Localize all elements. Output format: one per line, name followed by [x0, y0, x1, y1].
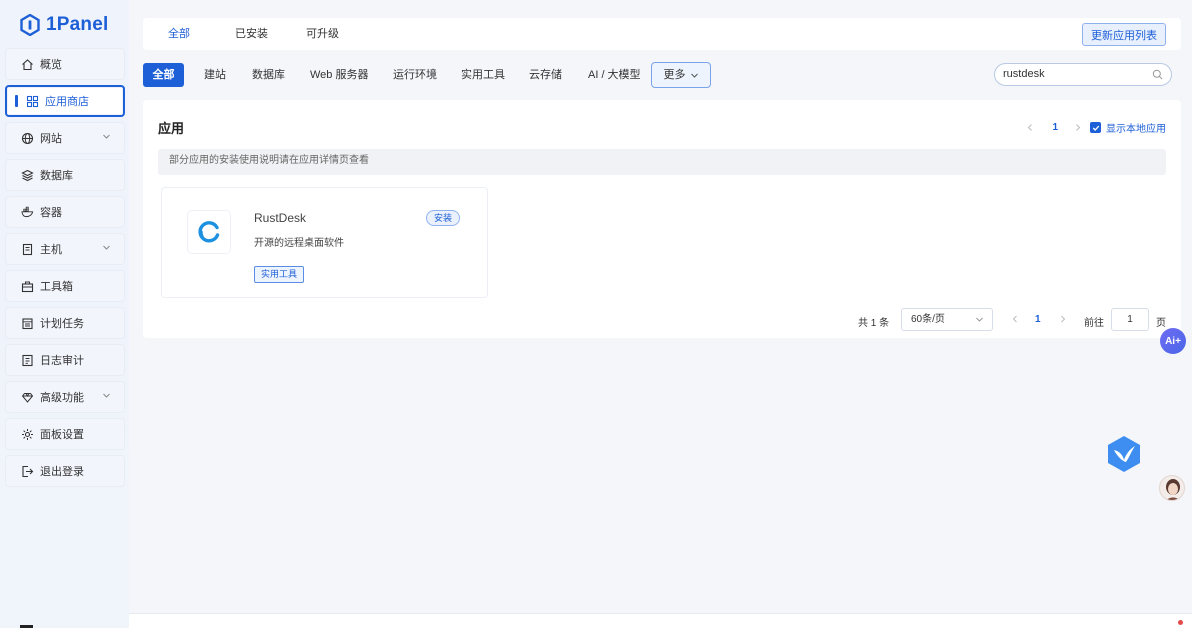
sidebar-item-label: 容器 — [40, 207, 62, 219]
sidebar: 1Panel 概览 应用商店 网站 数据库 容器 主机 工具箱 计划任务 日志审… — [0, 0, 129, 628]
chevron-left-icon[interactable] — [1026, 123, 1034, 132]
sidebar-item-overview[interactable]: 概览 — [5, 48, 125, 80]
log-icon — [21, 354, 34, 367]
sidebar-item-host[interactable]: 主机 — [5, 233, 125, 265]
sidebar-item-label: 主机 — [40, 244, 62, 256]
top-page-number[interactable]: 1 — [1052, 122, 1058, 133]
sidebar-item-website[interactable]: 网站 — [5, 122, 125, 154]
goto-page-input[interactable]: 1 — [1111, 308, 1149, 331]
apps-grid-icon — [26, 95, 39, 108]
1panel-logo-icon — [20, 14, 40, 36]
app-list-panel: 应用 1 显示本地应用 部分应用的安装使用说明请在应用详情页查看 RustDes… — [143, 100, 1181, 338]
page-unit-label: 页 — [1156, 318, 1166, 329]
category-all[interactable]: 全部 — [143, 63, 184, 87]
database-layers-icon — [21, 169, 34, 182]
home-icon — [21, 58, 34, 71]
sidebar-item-container[interactable]: 容器 — [5, 196, 125, 228]
sidebar-item-label: 日志审计 — [40, 355, 84, 367]
show-local-label[interactable]: 显示本地应用 — [1106, 120, 1166, 135]
app-search — [994, 63, 1172, 86]
sidebar-item-label: 概览 — [40, 59, 62, 71]
app-category-tag: 实用工具 — [254, 266, 305, 283]
sidebar-item-logout[interactable]: 退出登录 — [5, 455, 125, 487]
diamond-icon — [21, 391, 34, 404]
next-page-icon[interactable] — [1059, 314, 1067, 324]
sidebar-item-cron[interactable]: 计划任务 — [5, 307, 125, 339]
bird-assistant-icon[interactable] — [1104, 434, 1144, 474]
category-website[interactable]: 建站 — [204, 63, 226, 87]
sidebar-item-database[interactable]: 数据库 — [5, 159, 125, 191]
toolbox-icon — [21, 280, 34, 293]
sidebar-item-app-store[interactable]: 应用商店 — [5, 85, 125, 117]
category-web-server[interactable]: Web 服务器 — [310, 63, 368, 87]
page-size-value: 60条/页 — [911, 314, 945, 325]
search-input[interactable] — [1003, 68, 1143, 80]
sidebar-item-label: 面板设置 — [40, 429, 84, 441]
active-indicator — [15, 95, 18, 107]
category-more-dropdown[interactable]: 更多 — [651, 62, 711, 88]
app-store-tabs: 全部 已安装 可升级 更新应用列表 — [143, 18, 1181, 50]
chevron-down-icon — [103, 134, 110, 139]
footer — [129, 614, 1192, 628]
pagination: 共 1 条 60条/页 1 前往 1 页 — [143, 307, 1181, 333]
category-database[interactable]: 数据库 — [252, 63, 285, 87]
install-notice: 部分应用的安装使用说明请在应用详情页查看 — [158, 149, 1166, 175]
category-storage[interactable]: 云存储 — [529, 63, 562, 87]
check-icon — [1092, 125, 1099, 131]
sidebar-item-advanced[interactable]: 高级功能 — [5, 381, 125, 413]
page-size-select[interactable]: 60条/页 — [901, 308, 993, 331]
ai-assistant-button[interactable]: Ai+ — [1160, 328, 1186, 354]
logout-icon — [21, 465, 34, 478]
update-app-list-button[interactable]: 更新应用列表 — [1082, 23, 1166, 46]
category-tools[interactable]: 实用工具 — [461, 63, 505, 87]
total-count: 共 1 条 — [858, 318, 890, 329]
brand-name: 1Panel — [46, 14, 109, 35]
sidebar-item-label: 计划任务 — [40, 318, 84, 330]
sidebar-nav: 概览 应用商店 网站 数据库 容器 主机 工具箱 计划任务 日志审计 高级功能 … — [5, 48, 125, 492]
docker-icon — [21, 206, 34, 219]
search-icon[interactable] — [1152, 69, 1163, 80]
top-pager: 1 显示本地应用 — [1026, 120, 1166, 135]
prev-page-icon[interactable] — [1011, 314, 1019, 324]
app-card-rustdesk[interactable]: RustDesk 开源的远程桌面软件 实用工具 安装 — [161, 187, 488, 298]
category-ai[interactable]: AI / 大模型 — [588, 63, 641, 87]
more-label: 更多 — [663, 69, 686, 81]
category-runtime[interactable]: 运行环境 — [393, 63, 437, 87]
user-avatar[interactable] — [1159, 475, 1185, 501]
tab-upgradable[interactable]: 可升级 — [306, 18, 339, 50]
chevron-down-icon — [103, 245, 110, 250]
sidebar-item-label: 数据库 — [40, 170, 73, 182]
host-icon — [21, 243, 34, 256]
show-local-checkbox[interactable] — [1090, 122, 1101, 133]
sidebar-item-label: 应用商店 — [45, 96, 89, 108]
sidebar-item-logs[interactable]: 日志审计 — [5, 344, 125, 376]
rustdesk-logo-icon — [187, 210, 231, 254]
settings-icon — [21, 428, 34, 441]
chevron-down-icon — [690, 73, 698, 78]
sidebar-item-label: 高级功能 — [40, 392, 84, 404]
goto-label: 前往 — [1084, 318, 1104, 329]
current-page[interactable]: 1 — [1035, 314, 1041, 325]
chevron-right-icon[interactable] — [1074, 123, 1082, 132]
avatar-face-icon — [1166, 479, 1180, 500]
page-title: 应用 — [158, 121, 185, 136]
sidebar-item-label: 工具箱 — [40, 281, 73, 293]
globe-icon — [21, 132, 34, 145]
sidebar-item-settings[interactable]: 面板设置 — [5, 418, 125, 450]
app-description: 开源的远程桌面软件 — [254, 238, 344, 249]
chevron-down-icon — [103, 393, 110, 398]
sidebar-item-label: 退出登录 — [40, 466, 84, 478]
chevron-down-icon — [976, 317, 983, 322]
install-button[interactable]: 安装 — [426, 210, 460, 226]
sidebar-item-toolbox[interactable]: 工具箱 — [5, 270, 125, 302]
app-name[interactable]: RustDesk — [254, 211, 306, 225]
logo[interactable]: 1Panel — [20, 12, 108, 38]
tab-installed[interactable]: 已安装 — [235, 18, 268, 50]
sidebar-item-label: 网站 — [40, 133, 62, 145]
tab-all[interactable]: 全部 — [168, 18, 190, 50]
notification-dot — [1178, 620, 1183, 625]
calendar-icon — [21, 317, 34, 330]
